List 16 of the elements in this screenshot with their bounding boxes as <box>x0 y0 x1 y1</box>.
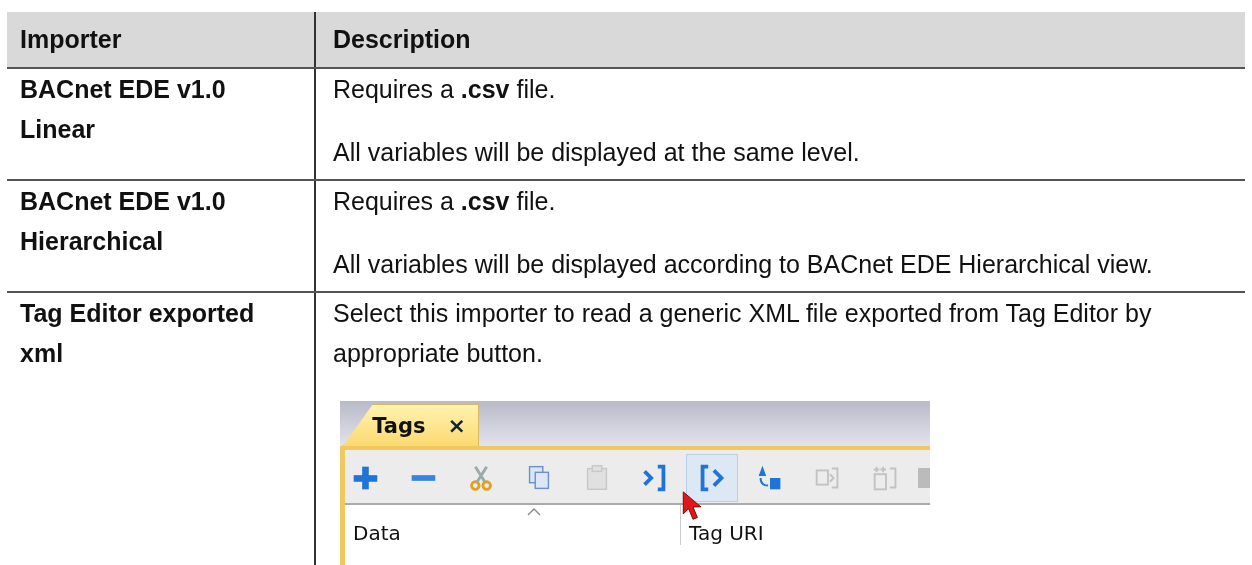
description-text: All variables will be displayed according to BACnet EDE Hierarchical view. <box>333 249 1154 280</box>
column-header: Description <box>333 25 471 54</box>
sort-caret-icon <box>527 508 541 516</box>
column-header: Importer <box>20 25 122 54</box>
importer-name: BACnet EDE v1.0 Linear <box>20 74 227 145</box>
import-icon[interactable] <box>686 454 739 502</box>
description-text: Select this importer to read a generic XML file exported from Tag Editor by appropriate button. <box>333 298 1153 369</box>
mouse-cursor-icon <box>682 491 704 521</box>
importer-name: Tag Editor exported xml <box>20 298 256 369</box>
tab[interactable]: Tags × <box>343 404 479 446</box>
column-header: Data <box>353 521 401 545</box>
description-text: Requires a .csv file. <box>333 186 557 217</box>
importer-name: BACnet EDE v1.0 Hierarchical <box>20 186 227 257</box>
description-text: Requires a .csv file. <box>333 74 557 105</box>
column-header: Tag URI <box>689 521 764 545</box>
description-text: All variables will be displayed at the same level. <box>333 137 861 168</box>
